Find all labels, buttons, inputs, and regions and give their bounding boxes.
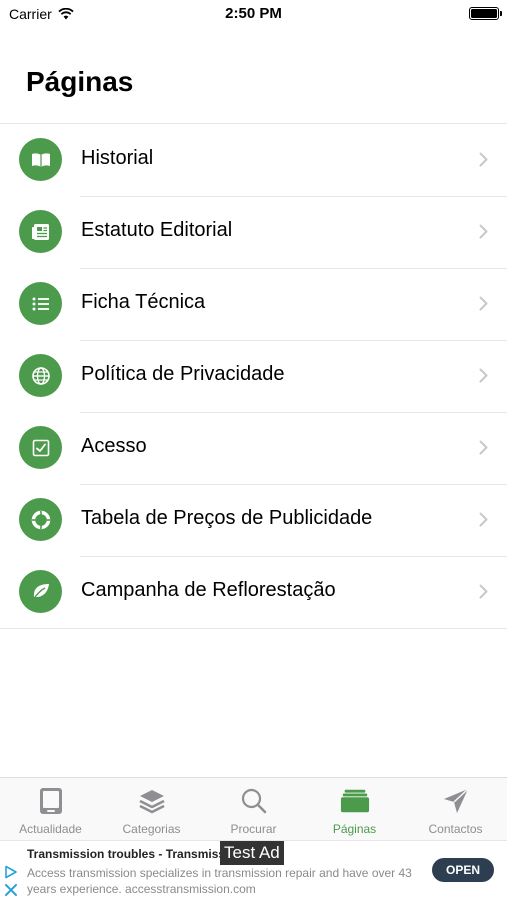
book-icon	[19, 138, 62, 181]
globe-icon	[19, 354, 62, 397]
list-item-label: Estatuto Editorial	[81, 219, 233, 241]
tab-label: Procurar	[230, 822, 277, 836]
chevron-right-icon	[479, 512, 488, 527]
list-item-label: Tabela de Preços de Publicidade	[81, 507, 373, 529]
test-ad-label: Test Ad	[220, 841, 284, 865]
lifebuoy-icon	[19, 498, 62, 541]
chevron-right-icon	[479, 368, 488, 383]
chevron-right-icon	[479, 296, 488, 311]
send-icon	[441, 786, 471, 816]
chevron-right-icon	[479, 224, 488, 239]
list-item-campanha-de-reflorestacao[interactable]: Campanha de Reflorestação	[0, 556, 507, 628]
folder-icon	[340, 786, 370, 816]
list-item-label: Historial	[81, 147, 154, 169]
list-item-tabela-de-precos[interactable]: Tabela de Preços de Publicidade	[0, 484, 507, 556]
tablet-icon	[36, 786, 66, 816]
chevron-right-icon	[479, 584, 488, 599]
tab-bar: Actualidade Categorias Procurar Páginas …	[0, 777, 507, 840]
list-item-label: Ficha Técnica	[81, 291, 206, 313]
status-bar: Carrier 2:50 PM	[0, 0, 507, 30]
battery-tip	[500, 11, 502, 16]
status-time: 2:50 PM	[225, 5, 282, 22]
tab-label: Actualidade	[19, 822, 82, 836]
ad-choices-icon[interactable]	[4, 865, 18, 879]
tab-actualidade[interactable]: Actualidade	[0, 778, 101, 841]
ad-body: Access transmission specializes in trans…	[27, 866, 412, 896]
document-icon	[19, 210, 62, 253]
list-item-acesso[interactable]: Acesso	[0, 412, 507, 484]
close-icon[interactable]	[4, 883, 18, 897]
ad-banner[interactable]: Transmission troubles - Transmission Acc…	[0, 840, 507, 900]
battery-icon	[469, 7, 502, 20]
battery-level	[471, 9, 497, 18]
tab-categorias[interactable]: Categorias	[101, 778, 202, 841]
checkbox-icon	[19, 426, 62, 469]
tab-paginas[interactable]: Páginas	[304, 778, 405, 841]
list-item-politica-de-privacidade[interactable]: Política de Privacidade	[0, 340, 507, 412]
leaf-icon	[19, 570, 62, 613]
chevron-right-icon	[479, 440, 488, 455]
list-item-label: Acesso	[81, 435, 147, 457]
tab-label: Contactos	[428, 822, 483, 836]
tab-contactos[interactable]: Contactos	[405, 778, 506, 841]
open-button[interactable]: OPEN	[432, 858, 494, 882]
list-item-label: Campanha de Reflorestação	[81, 579, 336, 601]
list-item-estatuto-editorial[interactable]: Estatuto Editorial	[0, 196, 507, 268]
list-icon	[19, 282, 62, 325]
search-icon	[239, 786, 269, 816]
chevron-right-icon	[479, 152, 488, 167]
pages-list: Historial Estatuto Editorial Ficha Técni…	[0, 123, 507, 629]
tab-label: Categorias	[122, 822, 181, 836]
page-title: Páginas	[26, 66, 134, 97]
list-item-historial[interactable]: Historial	[0, 124, 507, 196]
list-item-label: Política de Privacidade	[81, 363, 285, 385]
tab-procurar[interactable]: Procurar	[203, 778, 304, 841]
list-item-ficha-tecnica[interactable]: Ficha Técnica	[0, 268, 507, 340]
tab-label: Páginas	[332, 822, 377, 836]
layers-icon	[137, 786, 167, 816]
ad-headline: Transmission troubles - Transmission	[27, 847, 227, 861]
